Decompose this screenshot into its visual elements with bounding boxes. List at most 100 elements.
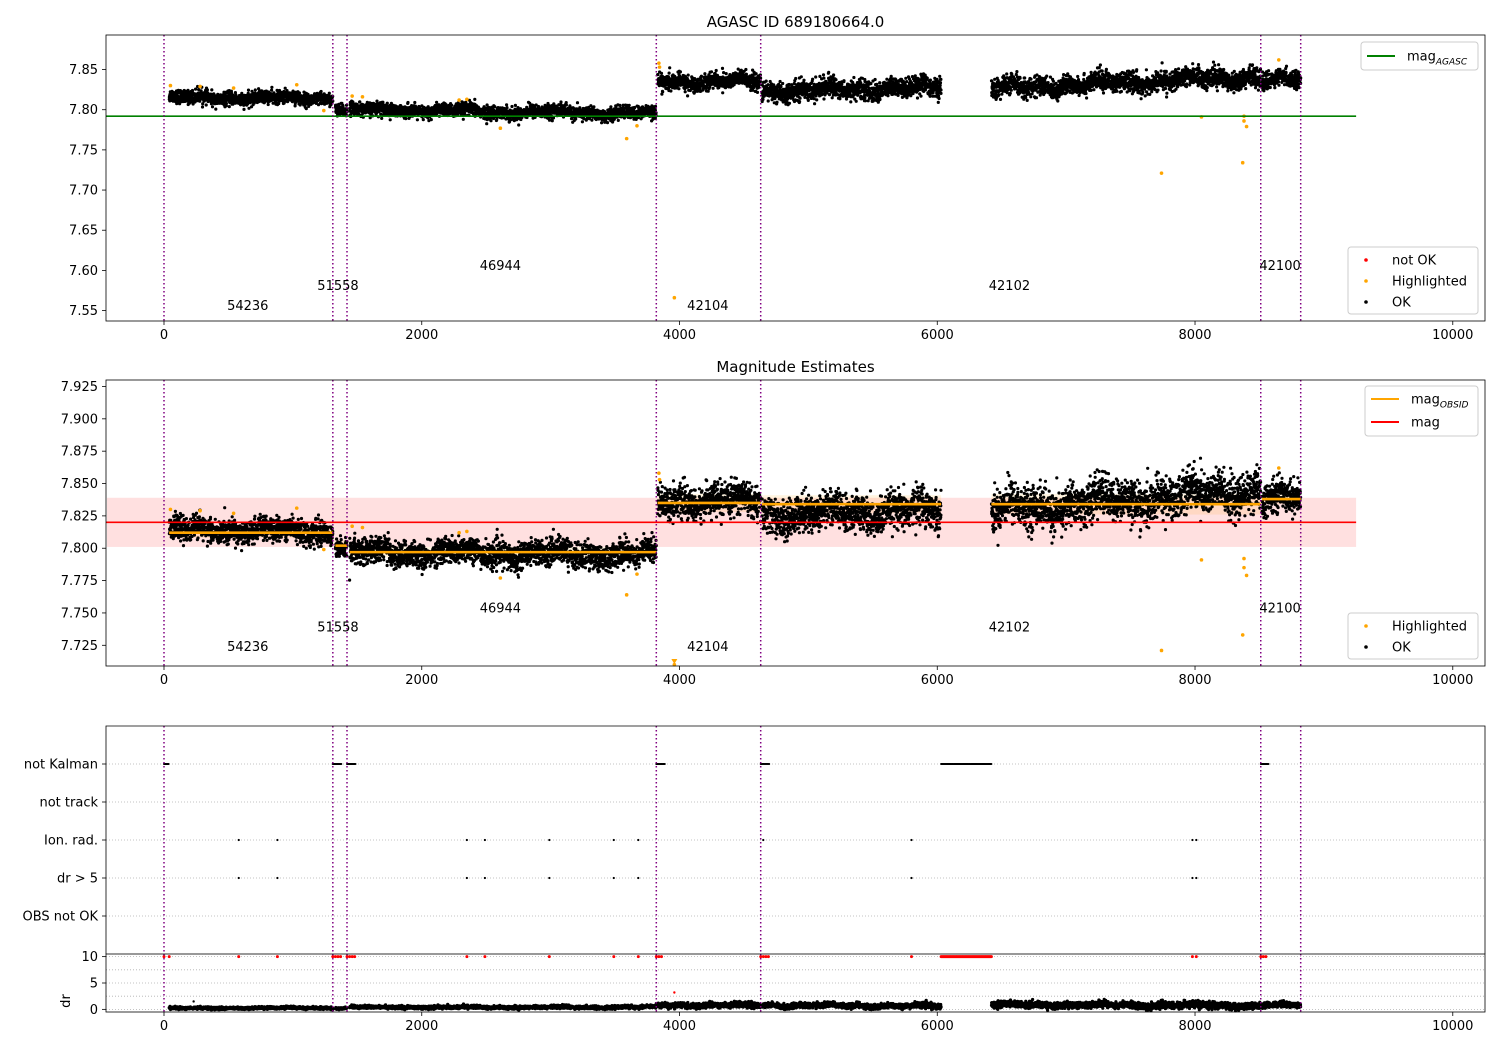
highlighted-point bbox=[657, 65, 662, 69]
highlighted-point bbox=[1240, 160, 1245, 165]
legend-label-subscript: AGASC bbox=[1435, 58, 1468, 68]
highlighted-point bbox=[457, 98, 461, 102]
ok-points bbox=[348, 1001, 658, 1012]
highlighted-point bbox=[168, 83, 173, 88]
highlighted-point bbox=[294, 83, 299, 87]
highlighted-point bbox=[1242, 119, 1246, 123]
highlighted-point bbox=[457, 530, 461, 535]
ok-points bbox=[1260, 64, 1303, 93]
x-tick-label: 6000 bbox=[921, 673, 954, 688]
highlighted-point bbox=[294, 506, 299, 510]
flag-category-label: Ion. rad. bbox=[44, 834, 98, 849]
flag-point bbox=[276, 876, 279, 880]
flag-point bbox=[1195, 838, 1198, 842]
legend-label-main: mag bbox=[1411, 393, 1440, 408]
ok-points bbox=[1260, 999, 1303, 1010]
highlighted-point bbox=[635, 123, 639, 128]
highlighted-point bbox=[498, 576, 503, 580]
x-tick-label: 6000 bbox=[921, 328, 954, 343]
panel-dr: 0 2000 4000 6000 8000 10000 0 5 10 dr bbox=[59, 950, 1486, 1034]
legend-label: not OK bbox=[1392, 254, 1437, 269]
y-tick-label: 7.925 bbox=[61, 380, 98, 395]
highlighted-point bbox=[624, 593, 629, 597]
flag-point bbox=[612, 838, 615, 842]
ok-points bbox=[167, 84, 335, 111]
legend-dot-marker bbox=[1364, 300, 1368, 304]
legend-dot-marker bbox=[1364, 258, 1368, 262]
flag-point bbox=[237, 838, 240, 842]
flag-point bbox=[1195, 876, 1198, 880]
legend-label-main: mag bbox=[1407, 50, 1436, 65]
x-tick-label: 2000 bbox=[405, 328, 438, 343]
x-tick-label: 0 bbox=[160, 1019, 168, 1034]
highlighted-point bbox=[360, 95, 365, 99]
chart-title: AGASC ID 689180664.0 bbox=[707, 13, 885, 31]
flag-point bbox=[548, 838, 551, 842]
y-tick-label: 7.70 bbox=[69, 184, 98, 199]
y-tick-label: 7.750 bbox=[61, 606, 98, 621]
flag-point bbox=[483, 876, 487, 880]
highlighted-point bbox=[657, 477, 662, 482]
figure: AGASC ID 689180664.0 54236 51558 46944 42104… bbox=[23, 13, 1486, 1034]
y-tick-label: 7.875 bbox=[61, 445, 98, 460]
ok-points bbox=[760, 998, 943, 1012]
panel-flags: not Kalman not track Ion. rad. dr > 5 OBS no… bbox=[23, 725, 1486, 954]
flag-point bbox=[612, 876, 615, 880]
ok-points bbox=[656, 66, 763, 98]
legend-label: Highlighted bbox=[1392, 275, 1467, 290]
legend-dot-marker bbox=[1364, 624, 1368, 628]
y-tick-label: 7.775 bbox=[61, 574, 98, 589]
highlighted-point bbox=[1159, 171, 1164, 175]
y-tick-label: 5 bbox=[90, 977, 98, 992]
highlighted-point bbox=[657, 61, 661, 65]
highlighted-point bbox=[657, 471, 661, 475]
obs-label: 42102 bbox=[989, 279, 1030, 294]
y-tick-label: 7.825 bbox=[61, 509, 98, 524]
x-tick-label: 8000 bbox=[1178, 1019, 1211, 1034]
legend-label: Highlighted bbox=[1392, 620, 1467, 635]
highlighted-point bbox=[1242, 556, 1246, 561]
ok-points bbox=[333, 1005, 349, 1012]
x-tick-label: 2000 bbox=[405, 1019, 438, 1034]
highlighted-point bbox=[465, 529, 469, 534]
y-tick-label: 7.60 bbox=[69, 264, 98, 279]
y-tick-label: 7.800 bbox=[61, 542, 98, 557]
obs-label: 54236 bbox=[227, 640, 268, 655]
legend-label: OK bbox=[1392, 641, 1411, 656]
ok-points bbox=[167, 1004, 335, 1012]
legend-label: mag bbox=[1411, 416, 1440, 431]
ok-points bbox=[333, 101, 349, 118]
obs-label: 54236 bbox=[227, 299, 268, 314]
x-tick-label: 2000 bbox=[405, 673, 438, 688]
y-tick-label: 7.55 bbox=[69, 304, 98, 319]
chart-title: Magnitude Estimates bbox=[716, 358, 874, 376]
x-tick-label: 0 bbox=[160, 328, 168, 343]
flag-point bbox=[483, 838, 487, 842]
legend-label-subscript: OBSID bbox=[1440, 401, 1469, 411]
highlighted-point bbox=[231, 511, 236, 516]
ok-points bbox=[760, 70, 943, 107]
highlighted-point bbox=[1240, 633, 1245, 637]
flag-point bbox=[1191, 876, 1194, 880]
obs-label: 42104 bbox=[687, 299, 728, 314]
flag-point bbox=[910, 838, 913, 842]
flag-category-label: not Kalman bbox=[24, 758, 98, 773]
flag-category-label: not track bbox=[39, 796, 98, 811]
obs-label: 42100 bbox=[1259, 259, 1300, 274]
flag-category-label: dr > 5 bbox=[57, 872, 98, 887]
panel-top: AGASC ID 689180664.0 54236 51558 46944 42104… bbox=[69, 13, 1486, 343]
highlighted-point bbox=[1199, 558, 1204, 562]
highlighted-point bbox=[635, 572, 639, 576]
dr-point bbox=[673, 991, 676, 994]
highlighted-point bbox=[360, 525, 365, 530]
highlighted-point bbox=[1159, 648, 1164, 653]
y-tick-label: 7.850 bbox=[61, 477, 98, 492]
ok-points bbox=[348, 97, 658, 127]
x-tick-label: 0 bbox=[160, 673, 168, 688]
highlighted-point bbox=[322, 547, 326, 552]
x-tick-label: 8000 bbox=[1178, 673, 1211, 688]
highlighted-point bbox=[1244, 573, 1249, 578]
highlighted-point bbox=[465, 97, 469, 102]
obs-label: 42104 bbox=[687, 640, 728, 655]
x-tick-label: 10000 bbox=[1432, 673, 1473, 688]
